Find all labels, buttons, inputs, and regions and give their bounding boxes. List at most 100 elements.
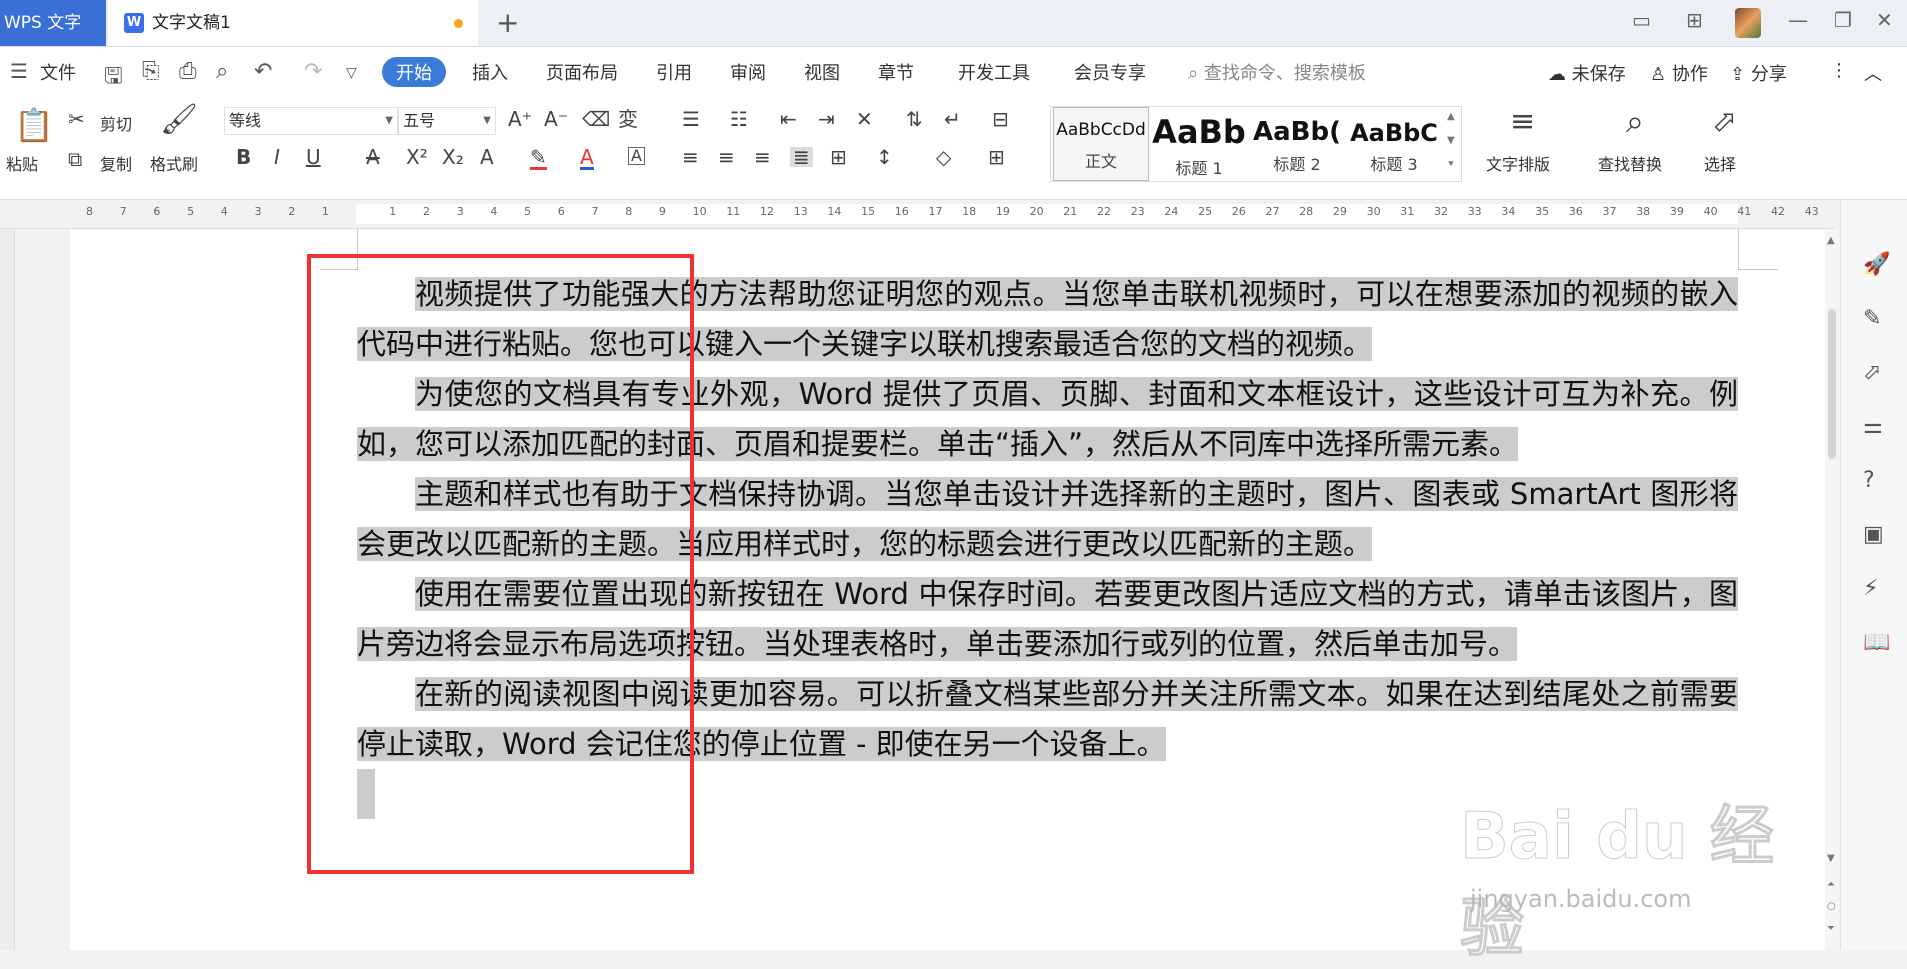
tab-home[interactable]: 开始 bbox=[382, 57, 446, 87]
highlight-color-icon[interactable]: ✎ bbox=[530, 147, 547, 170]
sliders-icon[interactable]: ⚌ bbox=[1863, 414, 1883, 439]
copy-button[interactable]: 复制 bbox=[100, 151, 132, 175]
format-painter-icon[interactable]: 🖌 bbox=[160, 105, 198, 135]
tab-view[interactable]: 视图 bbox=[804, 59, 840, 85]
document-body[interactable]: 视频提供了功能强大的方法帮助您证明您的观点。当您单击联机视频时，可以在想要添加的… bbox=[357, 269, 1738, 819]
paragraph[interactable]: 视频提供了功能强大的方法帮助您证明您的观点。当您单击联机视频时，可以在想要添加的… bbox=[357, 269, 1738, 369]
book-icon[interactable]: 📖 bbox=[1863, 630, 1890, 655]
undo-icon[interactable]: ↶ bbox=[254, 59, 272, 84]
print-preview-icon[interactable]: ⌕ bbox=[216, 59, 228, 84]
style-heading-1[interactable]: AaBb 标题 1 bbox=[1151, 107, 1247, 181]
save-icon[interactable]: 🖫 bbox=[104, 59, 123, 97]
line-spacing-icon[interactable]: ↕ bbox=[876, 147, 893, 167]
tab-developer[interactable]: 开发工具 bbox=[958, 59, 1030, 85]
style-heading-2[interactable]: AaBb( 标题 2 bbox=[1249, 107, 1345, 181]
document-canvas[interactable]: 视频提供了功能强大的方法帮助您证明您的观点。当您单击联机视频时，可以在想要添加的… bbox=[15, 229, 1825, 950]
decrease-indent-icon[interactable]: ⇤ bbox=[780, 109, 797, 129]
export-pdf-icon[interactable]: ⎘ bbox=[142, 59, 160, 84]
text-layout-button[interactable]: 文字排版 bbox=[1486, 151, 1550, 175]
select-browse-icon[interactable]: ○ bbox=[1827, 901, 1836, 912]
superscript-icon[interactable]: X² bbox=[406, 147, 428, 167]
document-page[interactable]: 视频提供了功能强大的方法帮助您证明您的观点。当您单击联机视频时，可以在想要添加的… bbox=[70, 229, 1825, 950]
find-replace-icon[interactable]: ⌕ bbox=[1626, 105, 1644, 137]
scrollbar-thumb[interactable] bbox=[1828, 309, 1836, 459]
shading-icon[interactable]: ◇ bbox=[936, 147, 951, 167]
font-color-icon[interactable]: A bbox=[580, 147, 594, 170]
underline-icon[interactable]: U bbox=[306, 147, 321, 167]
avatar[interactable] bbox=[1735, 8, 1761, 38]
justify-icon[interactable]: ≣ bbox=[790, 147, 813, 167]
tab-references[interactable]: 引用 bbox=[656, 59, 692, 85]
unsaved-status-button[interactable]: ☁ 未保存 bbox=[1548, 60, 1626, 86]
redo-icon[interactable]: ↷ bbox=[304, 59, 322, 84]
close-icon[interactable]: ✕ bbox=[1876, 8, 1893, 32]
select-button[interactable]: 选择 bbox=[1704, 151, 1736, 175]
font-size-select[interactable]: 五号 ▼ bbox=[398, 107, 496, 135]
scroll-down-icon[interactable]: ▼ bbox=[1827, 853, 1835, 864]
styles-expand-icon[interactable]: ⯆ bbox=[1447, 159, 1455, 170]
help-icon[interactable]: ? bbox=[1863, 468, 1875, 493]
paste-button[interactable]: 粘贴 bbox=[6, 151, 38, 175]
clear-format-icon[interactable]: ⌫ bbox=[582, 109, 610, 129]
chinese-layout-icon[interactable]: ✕ bbox=[856, 109, 873, 129]
share-button[interactable]: ⇪ 分享 bbox=[1730, 60, 1787, 86]
next-page-icon[interactable]: ⏷ bbox=[1827, 923, 1835, 934]
tab-review[interactable]: 审阅 bbox=[730, 59, 766, 85]
paragraph[interactable]: 使用在需要位置出现的新按钮在 Word 中保存时间。若要更改图片适应文档的方式，… bbox=[357, 569, 1738, 669]
italic-icon[interactable]: I bbox=[274, 147, 280, 167]
sort-icon[interactable]: ⇅ bbox=[906, 109, 923, 129]
copy-icon[interactable]: ⧉ bbox=[68, 149, 82, 169]
menu-hamburger-icon[interactable]: ☰ bbox=[10, 59, 28, 83]
bold-icon[interactable]: B bbox=[236, 147, 251, 167]
prev-page-icon[interactable]: ⏶ bbox=[1827, 879, 1835, 890]
borders-icon[interactable]: ⊞ bbox=[988, 147, 1005, 167]
style-heading-3[interactable]: AaBbC 标题 3 bbox=[1347, 107, 1441, 181]
collaborate-button[interactable]: ♙ 协作 bbox=[1650, 60, 1708, 86]
show-marks-icon[interactable]: ↵ bbox=[944, 109, 961, 129]
text-effect-icon[interactable]: A bbox=[480, 147, 494, 167]
more-options-icon[interactable]: ⋮ bbox=[1830, 60, 1848, 81]
horizontal-ruler[interactable]: 8 7 6 5 4 3 2 1 1 2 3 4 5 6 7 8 9 10 11 12 13 14 15 16 17 18 19 20 2… bbox=[0, 200, 1834, 229]
reading-mode-icon[interactable]: ▭ bbox=[1632, 8, 1651, 32]
align-left-icon[interactable]: ≡ bbox=[682, 147, 699, 167]
vertical-ruler[interactable] bbox=[0, 229, 15, 950]
grid-apps-icon[interactable]: ⊞ bbox=[1686, 8, 1703, 32]
image-icon[interactable]: ▣ bbox=[1863, 522, 1884, 547]
bullet-list-icon[interactable]: ☰ bbox=[682, 109, 700, 129]
cut-icon[interactable]: ✂ bbox=[68, 109, 85, 129]
scroll-up-icon[interactable]: ▲ bbox=[1827, 235, 1835, 246]
shrink-font-icon[interactable]: A⁻ bbox=[544, 109, 568, 129]
command-search[interactable]: ⌕ 查找命令、搜索模板 bbox=[1188, 59, 1366, 85]
grow-font-icon[interactable]: A⁺ bbox=[508, 109, 532, 129]
numbered-list-icon[interactable]: ☷ bbox=[730, 109, 748, 129]
minimize-icon[interactable]: — bbox=[1788, 8, 1808, 32]
find-replace-button[interactable]: 查找替换 bbox=[1598, 151, 1662, 175]
text-layout-icon[interactable]: ≡ bbox=[1510, 107, 1535, 137]
table-tab-icon[interactable]: ⊟ bbox=[992, 109, 1009, 129]
collapse-ribbon-icon[interactable]: ︿ bbox=[1864, 60, 1882, 86]
menu-file[interactable]: 文件 bbox=[40, 59, 76, 85]
increase-indent-icon[interactable]: ⇥ bbox=[818, 109, 835, 129]
tab-chapter[interactable]: 章节 bbox=[878, 59, 914, 85]
pen-icon[interactable]: ✎ bbox=[1863, 306, 1881, 331]
style-normal[interactable]: AaBbCcDd 正文 bbox=[1053, 107, 1149, 181]
tab-insert[interactable]: 插入 bbox=[472, 59, 508, 85]
cut-button[interactable]: 剪切 bbox=[100, 111, 132, 135]
styles-scroll-down-icon[interactable]: ▼ bbox=[1447, 135, 1455, 146]
lightning-icon[interactable]: ⚡ bbox=[1863, 576, 1878, 601]
paragraph[interactable]: 主题和样式也有助于文档保持协调。当您单击设计并选择新的主题时，图片、图表或 Sm… bbox=[357, 469, 1738, 569]
empty-paragraph[interactable] bbox=[357, 769, 1738, 819]
quick-access-more-icon[interactable]: ▽ bbox=[346, 65, 357, 81]
rocket-icon[interactable]: 🚀 bbox=[1863, 252, 1890, 277]
document-tab[interactable]: W 文字文稿1 bbox=[108, 0, 478, 46]
paste-icon[interactable]: 📋 bbox=[14, 109, 54, 141]
tab-member[interactable]: 会员专享 bbox=[1074, 59, 1146, 85]
print-icon[interactable]: ⎙ bbox=[179, 59, 197, 84]
new-tab-button[interactable]: + bbox=[496, 6, 519, 39]
restore-icon[interactable]: ❐ bbox=[1834, 8, 1852, 32]
paragraph[interactable]: 为使您的文档具有专业外观，Word 提供了页眉、页脚、封面和文本框设计，这些设计… bbox=[357, 369, 1738, 469]
align-center-icon[interactable]: ≡ bbox=[718, 147, 735, 167]
align-right-icon[interactable]: ≡ bbox=[754, 147, 771, 167]
tab-page-layout[interactable]: 页面布局 bbox=[546, 59, 618, 85]
strikethrough-icon[interactable]: A bbox=[366, 147, 380, 167]
